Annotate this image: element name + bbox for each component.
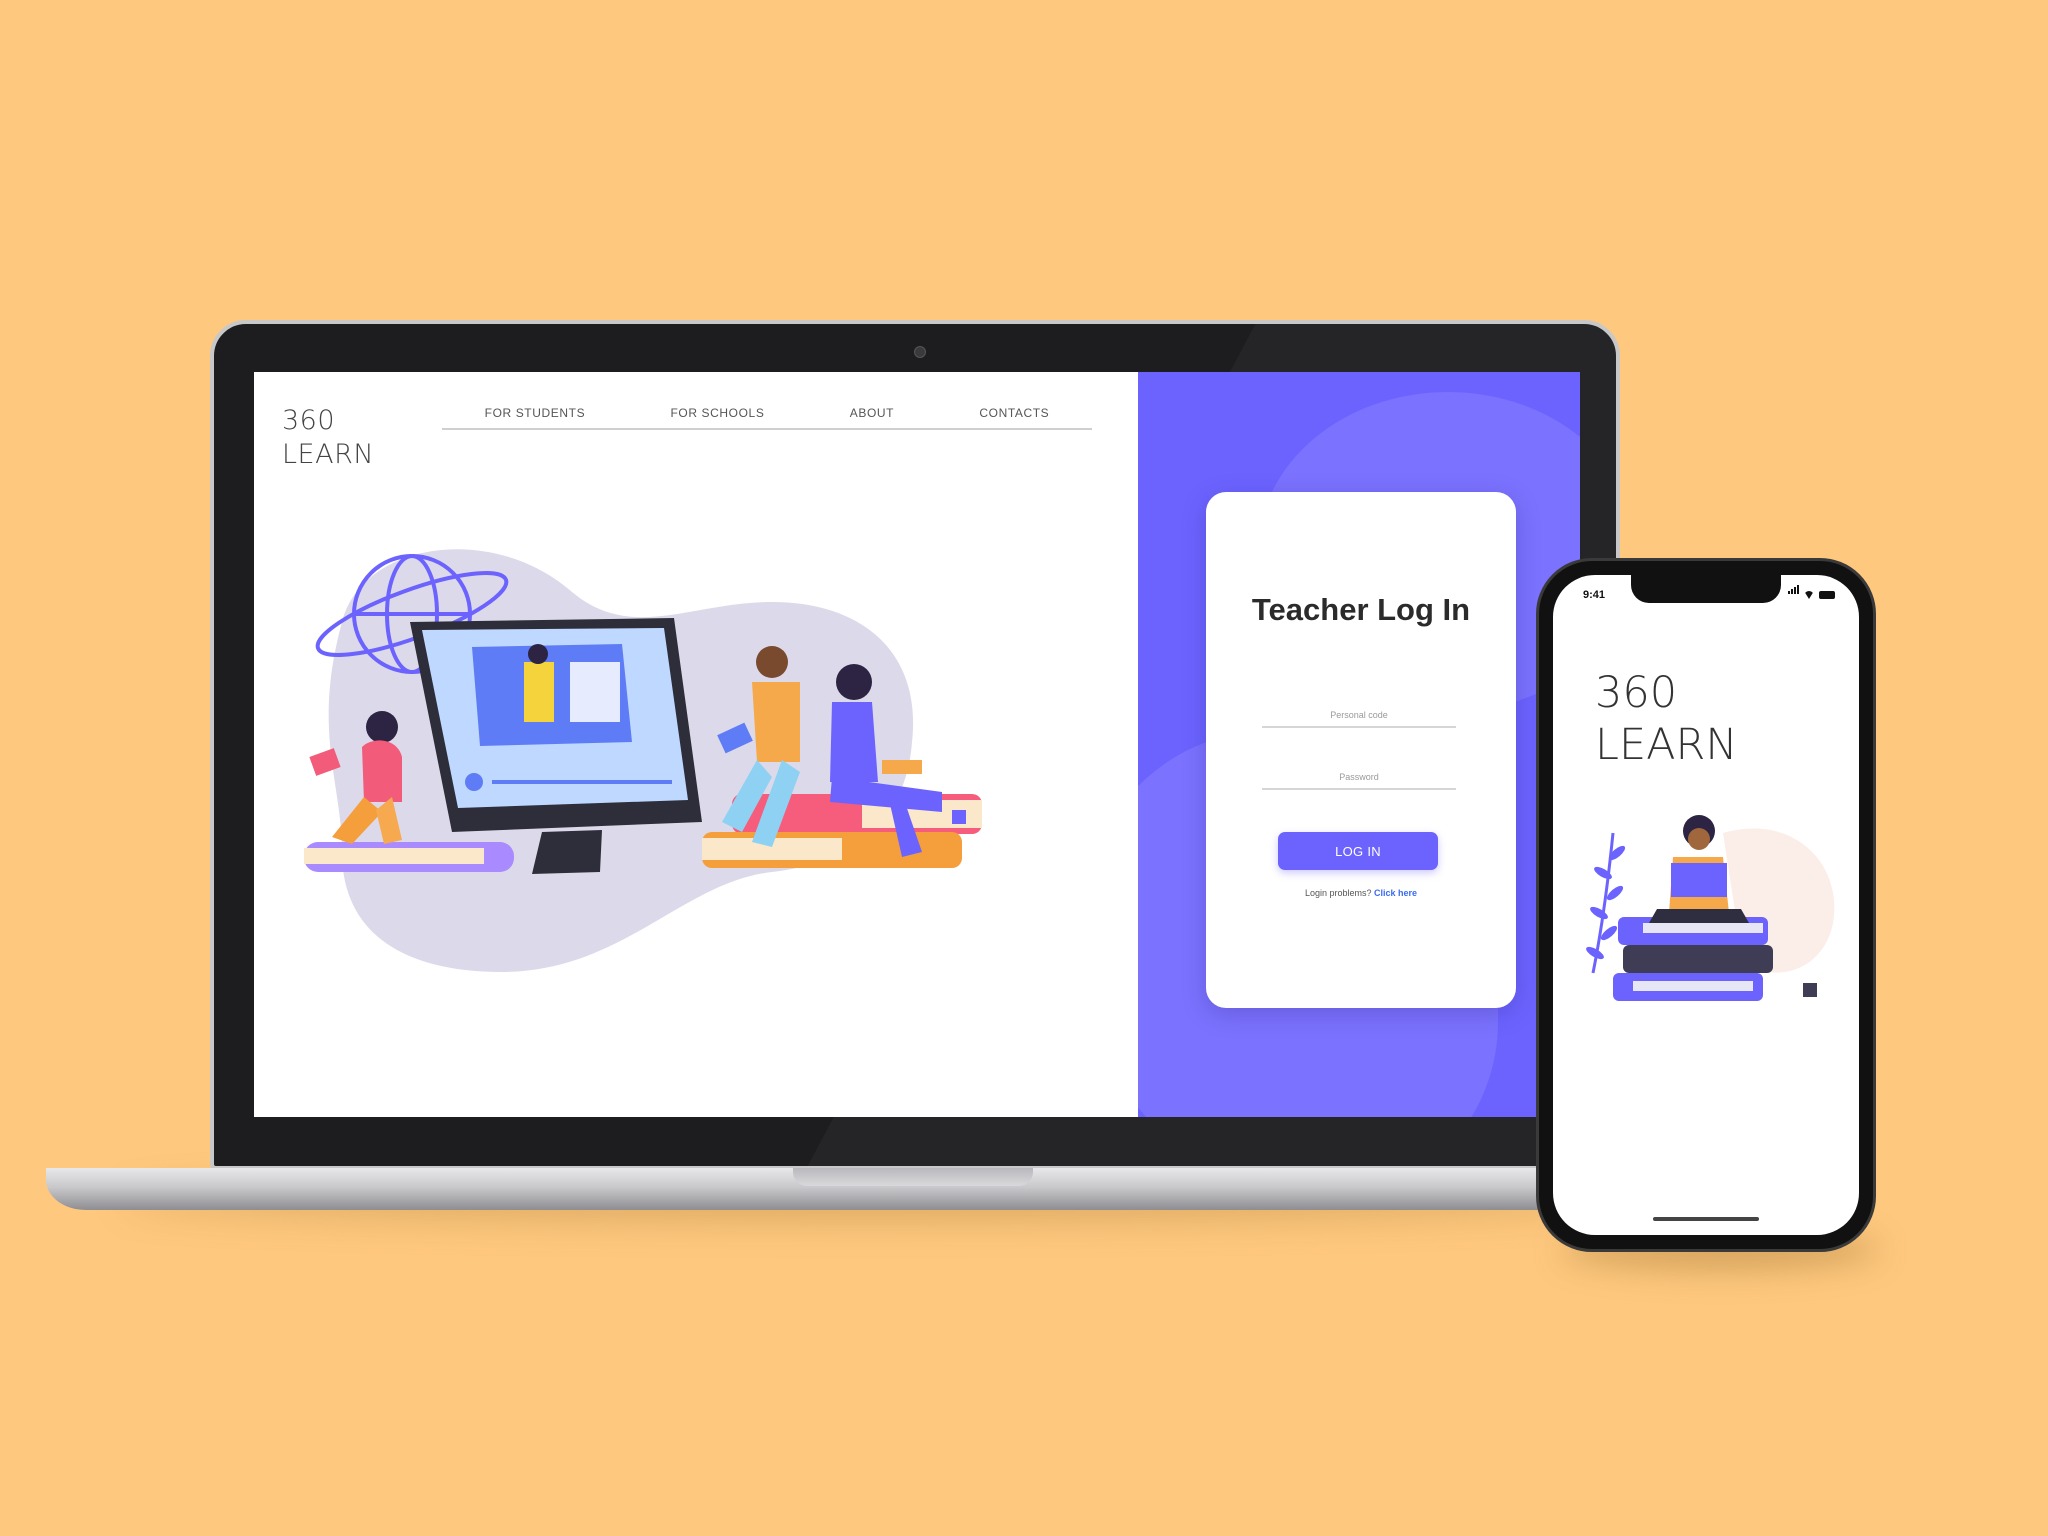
log-in-button[interactable]: LOG IN bbox=[1278, 832, 1438, 870]
login-title: Teacher Log In bbox=[1251, 592, 1471, 627]
login-help-text: Login problems? bbox=[1304, 888, 1372, 898]
laptop-opening-notch bbox=[793, 1168, 1033, 1186]
wifi-icon bbox=[1804, 591, 1814, 599]
login-card: Teacher Log In LOG IN Login problems? Cl… bbox=[1206, 492, 1516, 1008]
phone-screen: 9:41 360 LEARN bbox=[1553, 575, 1859, 1235]
plant-pot-icon bbox=[1803, 983, 1817, 997]
mobile-logo-line-2: LEARN bbox=[1595, 720, 1738, 770]
mobile-logo-line-1: 360 bbox=[1595, 668, 1678, 718]
laptop-screen: 360 LEARN FOR STUDENTS FOR SCHOOLS ABOUT… bbox=[254, 372, 1580, 1117]
nav-for-schools[interactable]: FOR SCHOOLS bbox=[670, 406, 764, 420]
home-indicator[interactable] bbox=[1653, 1217, 1759, 1221]
signal-icon bbox=[1787, 581, 1799, 599]
landing-panel: 360 LEARN FOR STUDENTS FOR SCHOOLS ABOUT… bbox=[254, 372, 1138, 1117]
login-help-link[interactable]: Click here bbox=[1374, 888, 1417, 898]
battery-icon bbox=[1819, 591, 1835, 599]
leaf-illustration bbox=[1586, 832, 1626, 974]
password-input[interactable] bbox=[1262, 766, 1456, 790]
logo-line-1: 360 bbox=[282, 405, 336, 436]
phone-frame: 9:41 360 LEARN bbox=[1536, 558, 1876, 1252]
phone-notch bbox=[1631, 575, 1781, 603]
personal-code-input[interactable] bbox=[1262, 704, 1456, 728]
hero-illustration bbox=[304, 549, 982, 972]
book-cream bbox=[304, 848, 484, 864]
nav-contacts[interactable]: CONTACTS bbox=[979, 406, 1049, 420]
mobile-reading-illustration bbox=[1586, 815, 1835, 1001]
status-icons bbox=[1787, 585, 1835, 599]
laptop-lid: 360 LEARN FOR STUDENTS FOR SCHOOLS ABOUT… bbox=[210, 320, 1620, 1170]
nav-for-students[interactable]: FOR STUDENTS bbox=[485, 406, 586, 420]
mockup-stage: 360 LEARN FOR STUDENTS FOR SCHOOLS ABOUT… bbox=[0, 0, 2048, 1536]
mobile-logo[interactable]: 360 LEARN bbox=[1595, 667, 1738, 771]
login-panel: Teacher Log In LOG IN Login problems? Cl… bbox=[1138, 372, 1580, 1117]
site-logo[interactable]: 360 LEARN bbox=[282, 404, 374, 472]
main-nav: FOR STUDENTS FOR SCHOOLS ABOUT CONTACTS bbox=[442, 406, 1092, 430]
bookmark-icon bbox=[952, 810, 966, 824]
nav-about[interactable]: ABOUT bbox=[850, 406, 894, 420]
logo-line-2: LEARN bbox=[282, 439, 375, 470]
stack-book-2 bbox=[1623, 945, 1773, 973]
camera-icon bbox=[914, 346, 926, 358]
status-time: 9:41 bbox=[1583, 589, 1606, 601]
play-icon bbox=[465, 773, 483, 791]
login-help: Login problems? Click here bbox=[1206, 888, 1516, 898]
